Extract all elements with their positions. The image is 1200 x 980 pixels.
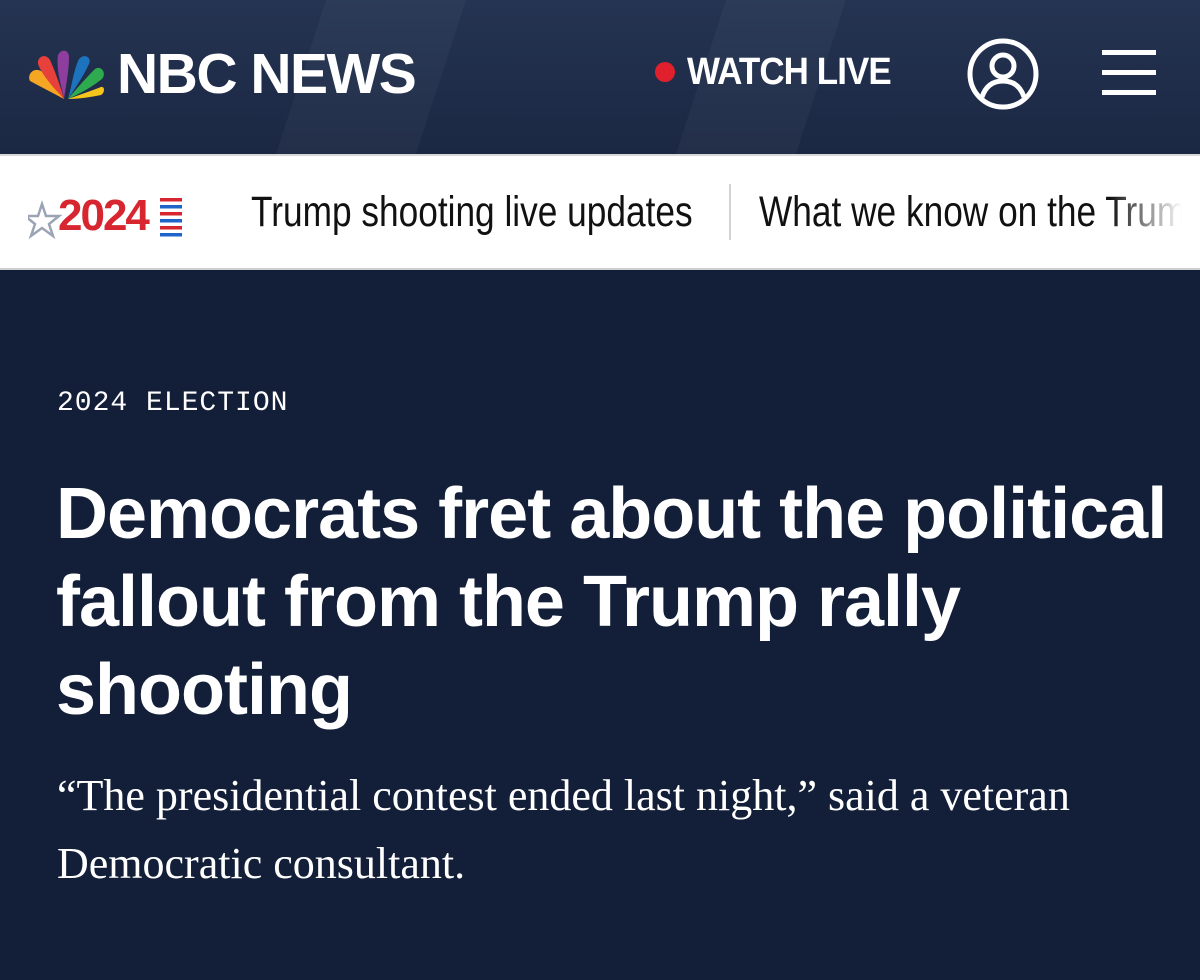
election-2024-badge[interactable]: 2024 [28,186,188,246]
news-ticker: 2024 Trump shooting live updates What we… [0,154,1200,270]
badge-year: 2024 [58,191,150,240]
live-dot-icon [655,62,675,82]
article-headline: Democrats fret about the political fallo… [56,474,1167,730]
article-dek: “The presidential contest ended last nig… [57,771,1070,888]
nbc-peacock-icon [29,50,104,99]
menu-button[interactable] [1098,44,1160,100]
account-button[interactable] [966,37,1040,111]
flag-stripes-icon [160,198,182,237]
ticker-divider [729,184,731,240]
brand-name: NBC NEWS [117,42,417,106]
watch-live-label: WATCH LIVE [687,50,892,93]
nbc-news-logo[interactable]: NBC NEWS [27,42,417,106]
user-circle-icon [967,38,1039,110]
hamburger-menu-icon [1102,50,1156,95]
ticker-link[interactable]: Trump shooting live updates [251,156,693,268]
ticker-fade-overlay [1110,156,1200,268]
watch-live-button[interactable]: WATCH LIVE [655,50,909,94]
section-label[interactable]: 2024 ELECTION [57,388,288,419]
site-header: NBC NEWS WATCH LIVE [0,0,1200,154]
star-icon [28,200,63,240]
article-hero: 2024 ELECTION Democrats fret about the p… [0,270,1200,980]
